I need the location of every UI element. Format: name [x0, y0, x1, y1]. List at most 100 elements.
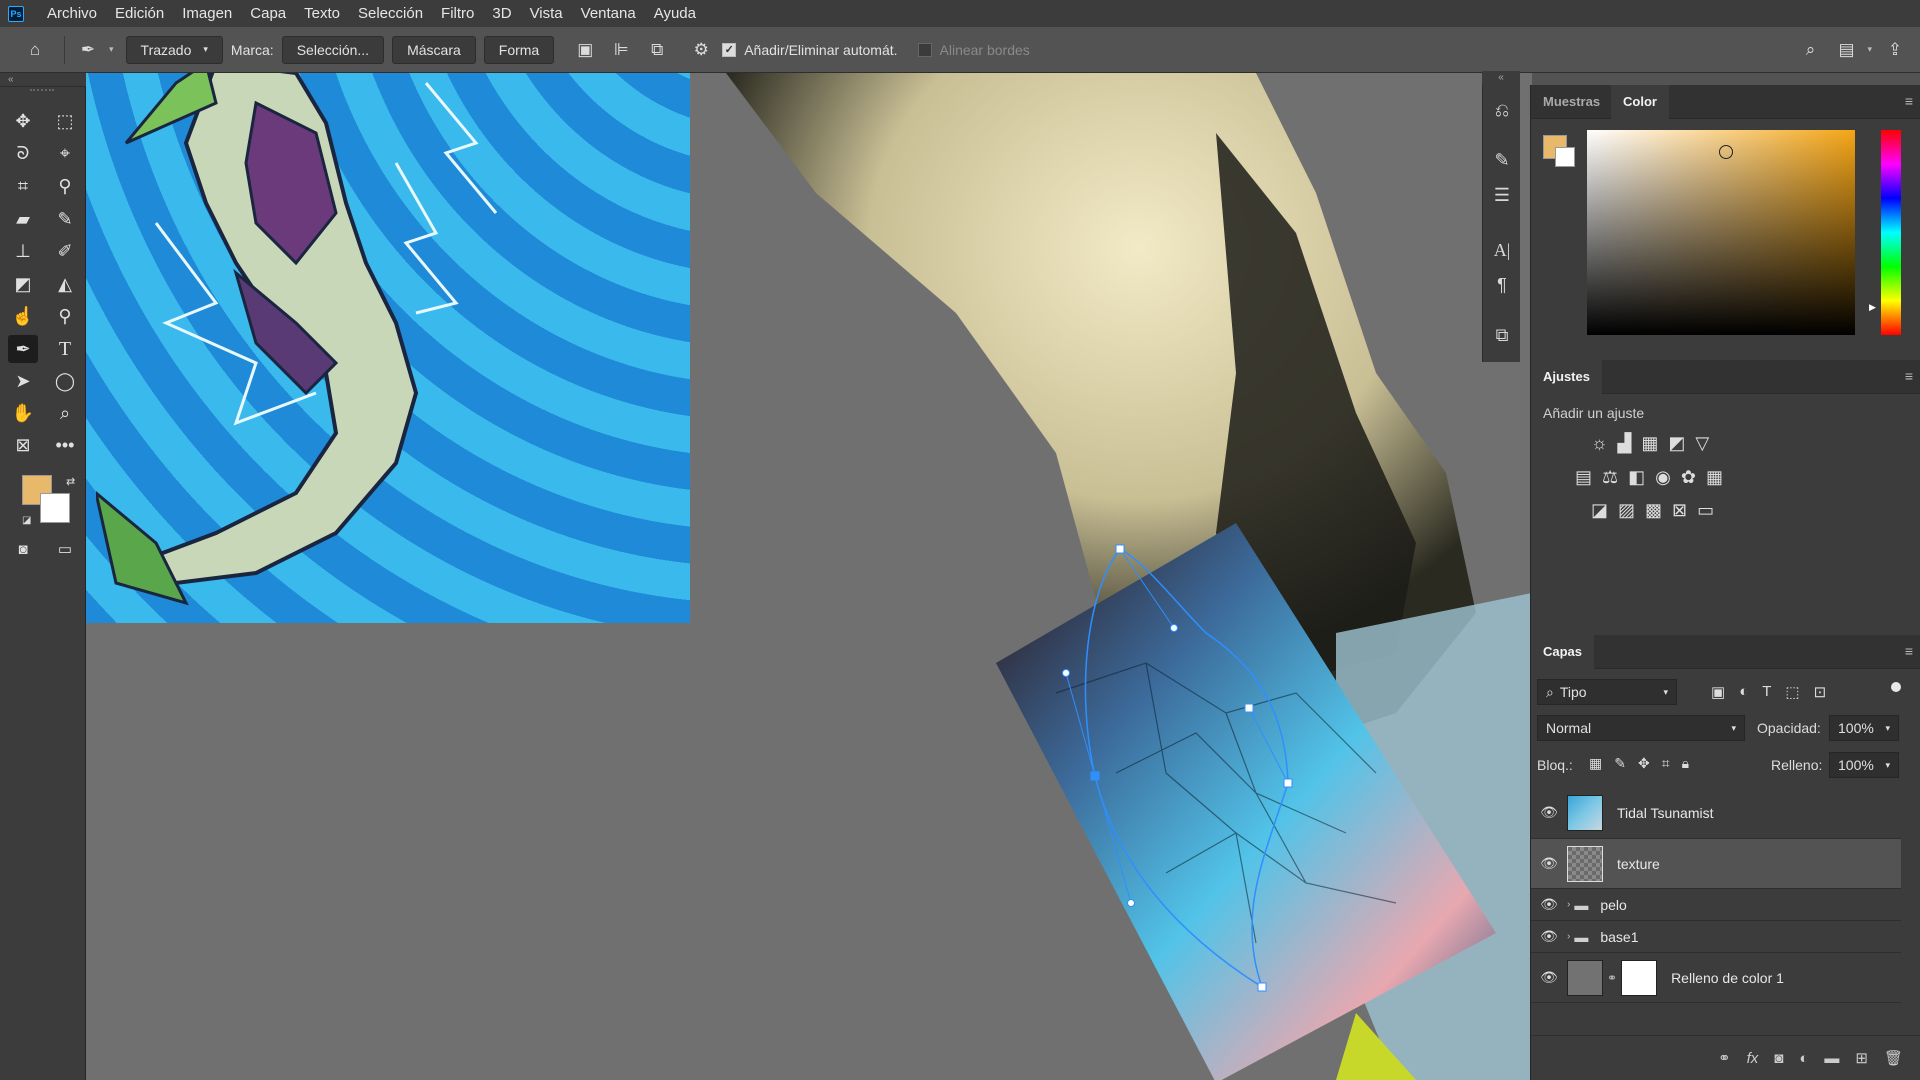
- layer-filter-select[interactable]: ⌕ Tipo ▾: [1537, 679, 1677, 705]
- menu-seleccion[interactable]: Selección: [349, 0, 432, 27]
- new-layer-icon[interactable]: ⊞: [1855, 1049, 1868, 1067]
- home-icon[interactable]: ⌂: [20, 35, 50, 65]
- gear-icon[interactable]: ⚙: [686, 35, 716, 65]
- anchor-point[interactable]: [1257, 982, 1267, 992]
- new-group-icon[interactable]: ▬: [1824, 1050, 1839, 1067]
- clone-stamp-tool-icon[interactable]: ⊥: [8, 237, 38, 265]
- eraser-tool-icon[interactable]: ◩: [8, 270, 38, 298]
- eye-icon[interactable]: 👁︎: [1531, 969, 1567, 986]
- lock-pixels-icon[interactable]: ✎: [1614, 755, 1626, 772]
- healing-brush-tool-icon[interactable]: ▰: [8, 205, 38, 233]
- mask-button[interactable]: Máscara: [392, 35, 476, 64]
- channel-mixer-icon[interactable]: ✿: [1681, 467, 1696, 488]
- screen-mode-icon[interactable]: ▭: [50, 535, 80, 563]
- ellipse-tool-icon[interactable]: ◯: [50, 367, 80, 395]
- trash-icon[interactable]: 🗑︎: [1884, 1049, 1903, 1067]
- color-field[interactable]: [1587, 130, 1855, 335]
- handle-point[interactable]: [1127, 899, 1135, 907]
- shape-filter-icon[interactable]: ⬚: [1785, 683, 1799, 701]
- auto-add-delete-checkbox[interactable]: ✓: [722, 42, 737, 57]
- anchor-point[interactable]: [1244, 703, 1254, 713]
- color-picker-cursor[interactable]: [1719, 145, 1733, 159]
- bezier-path[interactable]: [1084, 548, 1289, 989]
- panel-menu-icon[interactable]: ≡: [1905, 643, 1913, 659]
- chevron-right-icon[interactable]: ›: [1567, 899, 1570, 910]
- blend-mode-select[interactable]: Normal ▾: [1537, 715, 1745, 741]
- paint-bucket-tool-icon[interactable]: ◭: [50, 270, 80, 298]
- mode-select[interactable]: Trazado ▾: [125, 35, 223, 64]
- filter-toggle-icon[interactable]: [1891, 682, 1901, 692]
- eye-icon[interactable]: 👁︎: [1531, 896, 1567, 913]
- menu-ayuda[interactable]: Ayuda: [645, 0, 705, 27]
- workspace-icon[interactable]: ▤: [1831, 35, 1861, 65]
- fill-field[interactable]: 100% ▾: [1829, 752, 1899, 778]
- invert-icon[interactable]: ◪: [1591, 500, 1608, 521]
- menu-archivo[interactable]: Archivo: [38, 0, 106, 27]
- menu-filtro[interactable]: Filtro: [432, 0, 483, 27]
- threshold-icon[interactable]: ▩: [1645, 500, 1662, 521]
- lock-position-icon[interactable]: ✥: [1638, 755, 1650, 772]
- share-icon[interactable]: ⇪: [1880, 35, 1910, 65]
- gradient-map-icon[interactable]: ▭: [1697, 500, 1714, 521]
- search-icon[interactable]: ⌕: [1795, 35, 1825, 65]
- properties-icon[interactable]: ☰: [1487, 180, 1517, 210]
- panel-menu-icon[interactable]: ≡: [1905, 368, 1913, 384]
- eye-icon[interactable]: 👁︎: [1531, 928, 1567, 945]
- marquee-tool-icon[interactable]: ⬚: [50, 107, 80, 135]
- lock-transparent-icon[interactable]: ▦: [1589, 755, 1602, 772]
- photo-filter-icon[interactable]: ◉: [1655, 467, 1671, 488]
- layer-row[interactable]: 👁︎ ⚭ Relleno de color 1: [1531, 953, 1901, 1003]
- path-alignment-icon[interactable]: ⊫: [606, 35, 636, 65]
- layer-row[interactable]: 👁︎ › ▬ base1: [1531, 921, 1901, 953]
- hand-tool-icon[interactable]: ✋: [8, 399, 38, 427]
- quick-mask-icon[interactable]: ◙: [8, 535, 38, 563]
- frame-tool-icon[interactable]: ⊠: [8, 431, 38, 459]
- crop-tool-icon[interactable]: ⌗: [8, 172, 38, 200]
- path-operations-icon[interactable]: ▣: [570, 35, 600, 65]
- menu-3d[interactable]: 3D: [483, 0, 520, 27]
- canvas-area[interactable]: [86, 73, 1532, 1080]
- color-lookup-icon[interactable]: ▦: [1706, 467, 1723, 488]
- type-tool-icon[interactable]: T: [50, 335, 80, 363]
- character-icon[interactable]: A|: [1487, 235, 1517, 265]
- history-brush-tool-icon[interactable]: ✐: [50, 237, 80, 265]
- pen-tool-icon[interactable]: ✒: [8, 335, 38, 363]
- tab-color[interactable]: Color: [1611, 85, 1669, 119]
- hue-slider-marker-icon[interactable]: ▶: [1869, 302, 1876, 313]
- eye-icon[interactable]: 👁︎: [1531, 804, 1567, 821]
- menu-vista[interactable]: Vista: [521, 0, 572, 27]
- layer-style-icon[interactable]: fx: [1747, 1050, 1759, 1067]
- posterize-icon[interactable]: ▨: [1618, 500, 1635, 521]
- menu-texto[interactable]: Texto: [295, 0, 349, 27]
- more-tools-icon[interactable]: •••: [50, 431, 80, 459]
- chevron-down-icon[interactable]: ▾: [109, 44, 114, 55]
- hue-saturation-icon[interactable]: ▤: [1575, 467, 1592, 488]
- tab-ajustes[interactable]: Ajustes: [1531, 360, 1602, 394]
- color-balance-icon[interactable]: ⚖: [1602, 467, 1618, 488]
- layer-row[interactable]: 👁︎ Tidal Tsunamist: [1531, 787, 1901, 839]
- type-filter-icon[interactable]: T: [1762, 683, 1771, 701]
- eye-icon[interactable]: 👁︎: [1531, 855, 1567, 872]
- swap-colors-icon[interactable]: ⇄: [66, 475, 75, 488]
- eyedropper-tool-icon[interactable]: ⚲: [50, 172, 80, 200]
- pixel-filter-icon[interactable]: ▣: [1711, 683, 1725, 701]
- dodge-tool-icon[interactable]: ⚲: [50, 302, 80, 330]
- lock-artboard-icon[interactable]: ⌗: [1662, 755, 1670, 772]
- link-icon[interactable]: ⚭: [1607, 971, 1617, 985]
- smart-object-filter-icon[interactable]: ⊡: [1814, 683, 1827, 701]
- lock-all-icon[interactable]: 🔒︎: [1682, 755, 1689, 772]
- align-edges-checkbox[interactable]: [917, 42, 932, 57]
- hue-slider[interactable]: [1881, 130, 1901, 335]
- brush-tool-icon[interactable]: ✎: [50, 205, 80, 233]
- adjustment-filter-icon[interactable]: ◐: [1739, 683, 1748, 701]
- selective-color-icon[interactable]: ⊠: [1672, 500, 1687, 521]
- zoom-tool-icon[interactable]: ⌕: [50, 399, 80, 427]
- tab-muestras[interactable]: Muestras: [1531, 85, 1612, 119]
- menu-capa[interactable]: Capa: [241, 0, 295, 27]
- path-selection-tool-icon[interactable]: ➤: [8, 367, 38, 395]
- chevron-down-icon[interactable]: ▾: [1867, 44, 1872, 55]
- opacity-field[interactable]: 100% ▾: [1829, 715, 1899, 741]
- anchor-point[interactable]: [1115, 544, 1125, 554]
- brush-settings-icon[interactable]: ✎: [1487, 145, 1517, 175]
- layer-row[interactable]: 👁︎ › ▬ pelo: [1531, 889, 1901, 921]
